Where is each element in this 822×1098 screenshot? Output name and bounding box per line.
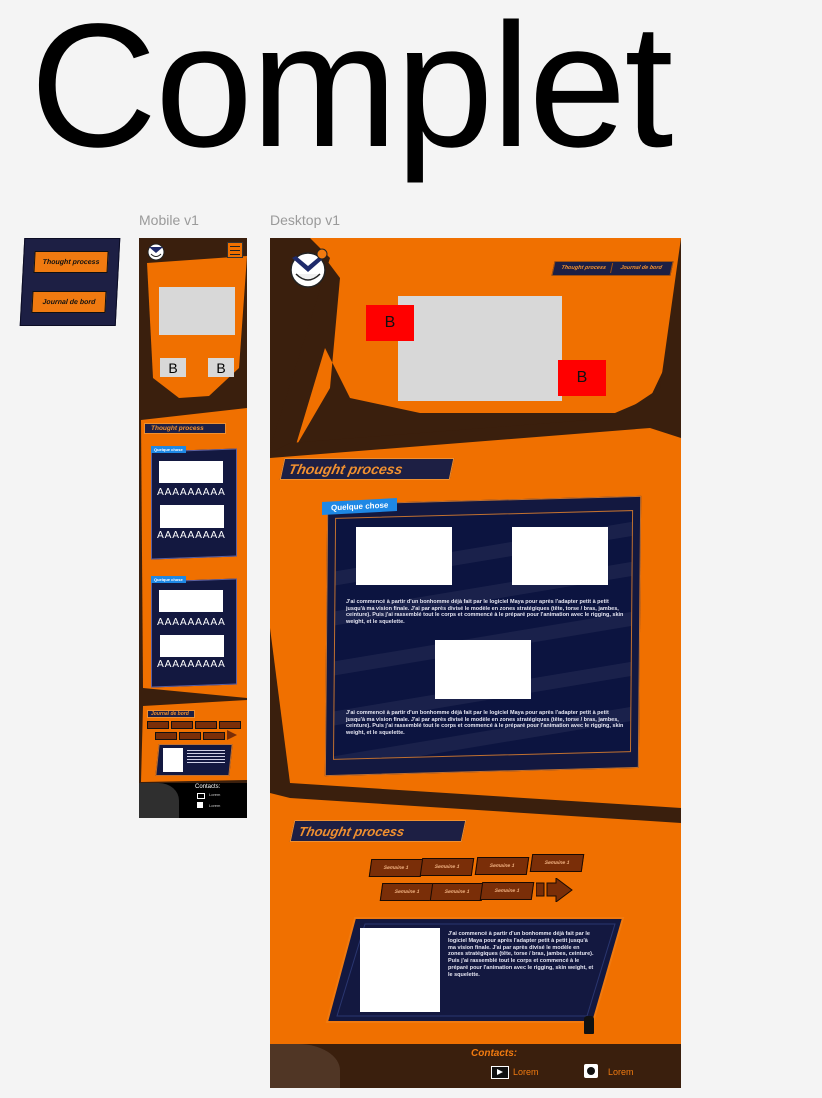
desktop-nav-journal[interactable]: Journal de bord [612,263,670,273]
canvas-title: Complet [30,0,673,184]
mobile-card-2-caption-1: AAAAAAAAA [157,617,226,628]
mobile-footer-mascot [139,783,179,818]
mascot-logo-icon[interactable] [286,246,330,288]
mobile-journal-title: Journal de bord [147,710,195,718]
mobile-journal-text [187,750,225,764]
mobile-contacts-label: Contacts: [195,784,221,790]
desktop-week-5[interactable]: Semaine 1 [379,883,435,901]
mobile-week-2[interactable] [171,721,193,729]
mobile-card-2-tag: Quelque chose [151,576,186,583]
desktop-week-2[interactable]: Semaine 1 [419,858,475,876]
desktop-card-image-2 [512,527,608,585]
desktop-nav[interactable]: Thought process Journal de bord [551,261,674,276]
desktop-contact-link-2[interactable]: Lorem [608,1067,634,1077]
mobile-section-title: Thought process [144,423,226,434]
arrow-right-icon[interactable] [227,730,237,740]
mobile-card-1-tag: Quelque chose [151,446,186,453]
desktop-journal-text: J'ai commencé à partir d'un bonhomme déj… [448,931,594,978]
desktop-b-button-1[interactable]: B [366,305,414,341]
mobile-card-1-image-2 [160,505,224,528]
mobile-card-1-caption-2: AAAAAAAAA [157,530,226,541]
mobile-week-1[interactable] [147,721,169,729]
desktop-week-1[interactable]: Semaine 1 [368,859,424,877]
mobile-week-3[interactable] [195,721,217,729]
mobile-b-button-2[interactable]: B [208,358,234,377]
desktop-card-image-1 [356,527,452,585]
mobile-week-5[interactable] [155,732,177,740]
desktop-hero-image [398,296,562,401]
desktop-journal-image [360,928,440,1012]
desktop-frame[interactable]: Thought process Journal de bord B B Thou… [270,238,681,1088]
desktop-b-button-2[interactable]: B [558,360,606,396]
character-silhouette-icon [584,1016,594,1034]
desktop-contact-link-1[interactable]: Lorem [513,1067,539,1077]
nav-component-journal[interactable]: Journal de bord [31,291,107,313]
desktop-week-3[interactable]: Semaine 1 [474,857,530,875]
desktop-card-paragraph-2: J'ai commencé à partir d'un bonhomme déj… [346,710,624,736]
mobile-weeks [147,721,243,741]
mobile-week-6[interactable] [179,732,201,740]
mobile-hero-image [159,287,235,335]
mobile-contact-link-2[interactable]: Lorem [209,803,220,808]
hamburger-menu-icon[interactable] [227,242,243,258]
github-icon[interactable] [197,802,203,808]
desktop-frame-label[interactable]: Desktop v1 [270,212,340,228]
desktop-section2-title: Thought process [289,820,467,842]
mobile-card-2-image-2 [160,635,224,657]
nav-component[interactable]: Thought process Journal de bord [19,238,121,326]
mobile-card-2-caption-2: AAAAAAAAA [157,659,226,670]
desktop-section1-title: Thought process [279,458,455,480]
mascot-logo-icon[interactable] [146,241,166,261]
mobile-b-button-1[interactable]: B [160,358,186,377]
mobile-week-7[interactable] [203,732,225,740]
desktop-card-paragraph-1: J'ai commencé à partir d'un bonhomme déj… [346,599,624,625]
mobile-week-4[interactable] [219,721,241,729]
mobile-contact-link-1[interactable]: Lorem [209,792,220,797]
mobile-card-1-image-1 [159,461,223,483]
desktop-week-6[interactable]: Semaine 1 [429,883,485,901]
desktop-contacts-label: Contacts: [471,1048,518,1059]
mobile-frame-label[interactable]: Mobile v1 [139,212,199,228]
arrow-right-icon[interactable] [536,878,576,902]
youtube-icon[interactable] [491,1066,509,1079]
mobile-card-1-caption-1: AAAAAAAAA [157,487,226,498]
desktop-week-7[interactable]: Semaine 1 [479,882,535,900]
desktop-card-image-3 [435,640,531,699]
desktop-week-4[interactable]: Semaine 1 [529,854,585,872]
mobile-frame[interactable]: B B Thought process Quelque chose AAAAAA… [139,238,247,818]
github-icon[interactable] [584,1064,598,1078]
nav-component-thought-process[interactable]: Thought process [33,251,109,273]
youtube-icon[interactable] [197,793,205,799]
mobile-journal-image [163,748,183,772]
desktop-nav-thought-process[interactable]: Thought process [555,263,614,273]
mobile-card-2-image-1 [159,590,223,612]
